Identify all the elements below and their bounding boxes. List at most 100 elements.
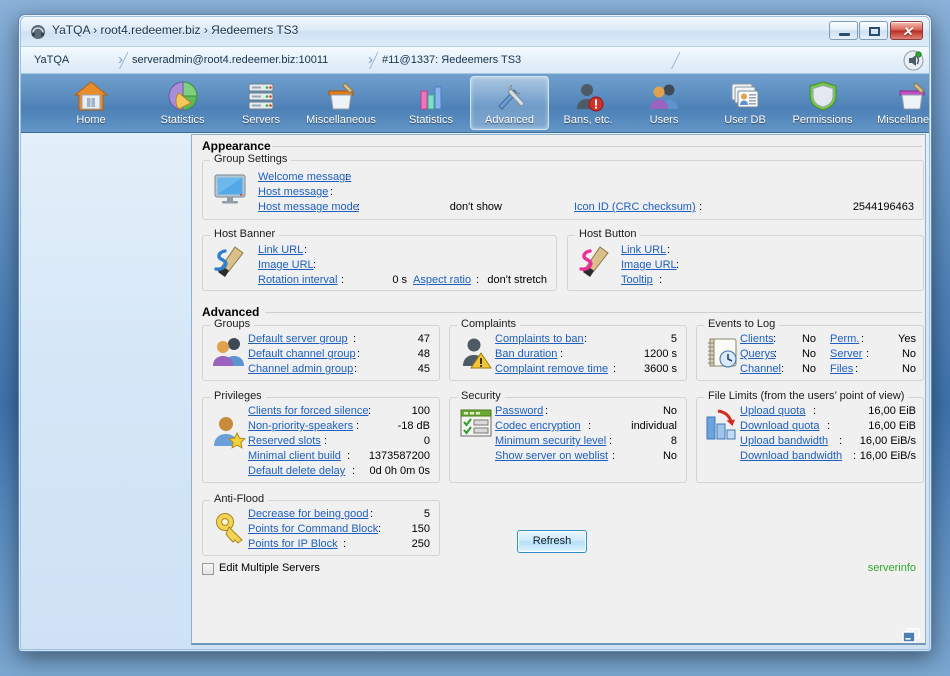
edit-multiple-servers-checkbox[interactable] [202, 563, 214, 575]
file-limits-box: File Limits (from the users’ point of vi… [696, 397, 924, 483]
logbook-clock-icon [704, 334, 742, 375]
server-rack-icon [230, 79, 292, 113]
link-icon-id[interactable]: Icon ID (CRC checksum) [574, 201, 696, 213]
toolbar-item-statistics-bar[interactable]: Statistics [396, 76, 466, 130]
breadcrumb-item-server[interactable]: #11@1337: Яedeemers TS3 [371, 47, 671, 73]
link-ban-duration[interactable]: Ban duration [495, 348, 557, 360]
colon: : [659, 274, 662, 286]
file-limits-title: File Limits (from the users’ point of vi… [704, 390, 908, 402]
privileges-title: Privileges [210, 390, 266, 402]
link-clients-forced-silence[interactable]: Clients for forced silence [248, 405, 368, 417]
value-log-clients: No [776, 333, 816, 345]
checklist-icon [459, 407, 493, 444]
refresh-button[interactable]: Refresh [517, 530, 587, 553]
colon: : [676, 259, 679, 271]
minimize-button[interactable] [829, 21, 858, 40]
link-default-server-group[interactable]: Default server group [248, 333, 348, 345]
blue-brush-icon [212, 245, 246, 284]
basket-pencil-icon [296, 79, 386, 113]
colon: : [345, 171, 348, 183]
value-points-ip-block: 250 [352, 538, 430, 550]
application-window: YaTQA › root4.redeemer.biz › Яedeemers T… [18, 14, 932, 652]
value-show-server-on-weblist: No [599, 450, 677, 462]
anti-flood-box: Anti-Flood Decrease for being good : 5 P… [202, 500, 440, 556]
toolbar-item-permissions[interactable]: Permissions [783, 76, 862, 130]
value-minimal-client-build: 1373587200 [332, 450, 430, 462]
bar-chart-down-icon [704, 409, 742, 448]
link-password[interactable]: Password [495, 405, 543, 417]
groups-box: Groups Default server group : 47 Default… [202, 325, 440, 381]
link-complaint-remove-time[interactable]: Complaint remove time [495, 363, 608, 375]
toolbar-item-user-db[interactable]: User DB [711, 76, 779, 130]
toolbar-item-advanced[interactable]: Advanced [470, 76, 549, 130]
speaker-icon[interactable] [903, 50, 924, 71]
value-download-quota: 16,00 EiB [816, 420, 916, 432]
link-points-ip-block[interactable]: Points for IP Block [248, 538, 338, 550]
value-ban-duration: 1200 s [599, 348, 677, 360]
toolbar-item-label: User DB [712, 113, 778, 127]
events-to-log-title: Events to Log [704, 318, 779, 330]
link-button-link-url[interactable]: Link URL [621, 244, 666, 256]
link-log-querys[interactable]: Querys [740, 348, 775, 360]
section-rule [265, 312, 922, 313]
link-button-tooltip[interactable]: Tooltip [621, 274, 653, 286]
link-log-files[interactable]: Files [830, 363, 853, 375]
toolbar-item-label: Statistics [397, 113, 465, 127]
toolbar-item-home[interactable]: Home [62, 76, 120, 130]
colon: : [330, 186, 333, 198]
link-complaints-to-ban[interactable]: Complaints to ban [495, 333, 584, 345]
maximize-button[interactable] [859, 21, 888, 40]
toolbar-item-servers[interactable]: Servers [229, 76, 293, 130]
shield-icon [784, 79, 861, 113]
events-to-log-box: Events to Log Clients : No Querys : No C… [696, 325, 924, 381]
colon: : [667, 244, 670, 256]
value-log-channel: No [776, 363, 816, 375]
section-title-appearance: Appearance [202, 139, 271, 153]
link-codec-encryption[interactable]: Codec encryption [495, 420, 581, 432]
toolbar-item-statistics-pie[interactable]: Statistics [146, 76, 219, 130]
link-minimal-client-build[interactable]: Minimal client build [248, 450, 341, 462]
toolbar-item-miscellaneous-2[interactable]: Miscellaneous [866, 76, 930, 130]
link-upload-quota[interactable]: Upload quota [740, 405, 805, 417]
main-toolbar: Home Statistics [21, 74, 929, 133]
anti-flood-title: Anti-Flood [210, 493, 268, 505]
link-non-priority-speakers[interactable]: Non-priority-speakers [248, 420, 353, 432]
link-host-message-mode[interactable]: Host message mode [258, 201, 359, 213]
breadcrumb-item-connection[interactable]: serveradmin@root4.redeemer.biz:10011 › [121, 47, 369, 73]
section-title-advanced: Advanced [202, 305, 259, 319]
link-decrease-for-being-good[interactable]: Decrease for being good [248, 508, 368, 520]
colon: : [343, 538, 346, 550]
value-default-server-group: 47 [352, 333, 430, 345]
link-download-quota[interactable]: Download quota [740, 420, 820, 432]
value-points-command-block: 150 [352, 523, 430, 535]
toolbar-item-label: Servers [230, 113, 292, 127]
colon: : [545, 405, 548, 417]
link-default-channel-group[interactable]: Default channel group [248, 348, 356, 360]
window-title: YaTQA › root4.redeemer.biz › Яedeemers T… [52, 23, 298, 37]
link-banner-link-url[interactable]: Link URL [258, 244, 303, 256]
link-reserved-slots[interactable]: Reserved slots [248, 435, 321, 447]
link-log-perm[interactable]: Perm. [830, 333, 859, 345]
link-log-server[interactable]: Server [830, 348, 862, 360]
link-log-channel[interactable]: Channel [740, 363, 781, 375]
resize-gripper-icon[interactable] [902, 628, 920, 643]
link-channel-admin-group[interactable]: Channel admin group [248, 363, 353, 375]
link-minimum-security-level[interactable]: Minimum security level [495, 435, 606, 447]
toolbar-item-users[interactable]: Users [633, 76, 695, 130]
close-button[interactable]: ✕ [890, 21, 923, 40]
toolbar-item-bans[interactable]: Bans, etc. [552, 76, 624, 130]
value-default-channel-group: 48 [352, 348, 430, 360]
link-default-delete-delay[interactable]: Default delete delay [248, 465, 345, 477]
link-button-image-url[interactable]: Image URL [621, 259, 677, 271]
breadcrumb-item-root[interactable]: YaTQA › [23, 47, 119, 73]
link-rotation-interval[interactable]: Rotation interval [258, 274, 338, 286]
link-host-message[interactable]: Host message [258, 186, 328, 198]
link-welcome-message[interactable]: Welcome message [258, 171, 351, 183]
link-log-clients[interactable]: Clients [740, 333, 774, 345]
toolbar-item-miscellaneous-1[interactable]: Miscellaneous [295, 76, 387, 130]
link-banner-image-url[interactable]: Image URL [258, 259, 314, 271]
colon: : [324, 435, 327, 447]
app-headset-icon [30, 24, 46, 40]
user-ban-icon [553, 79, 623, 113]
link-show-server-on-weblist[interactable]: Show server on weblist [495, 450, 608, 462]
